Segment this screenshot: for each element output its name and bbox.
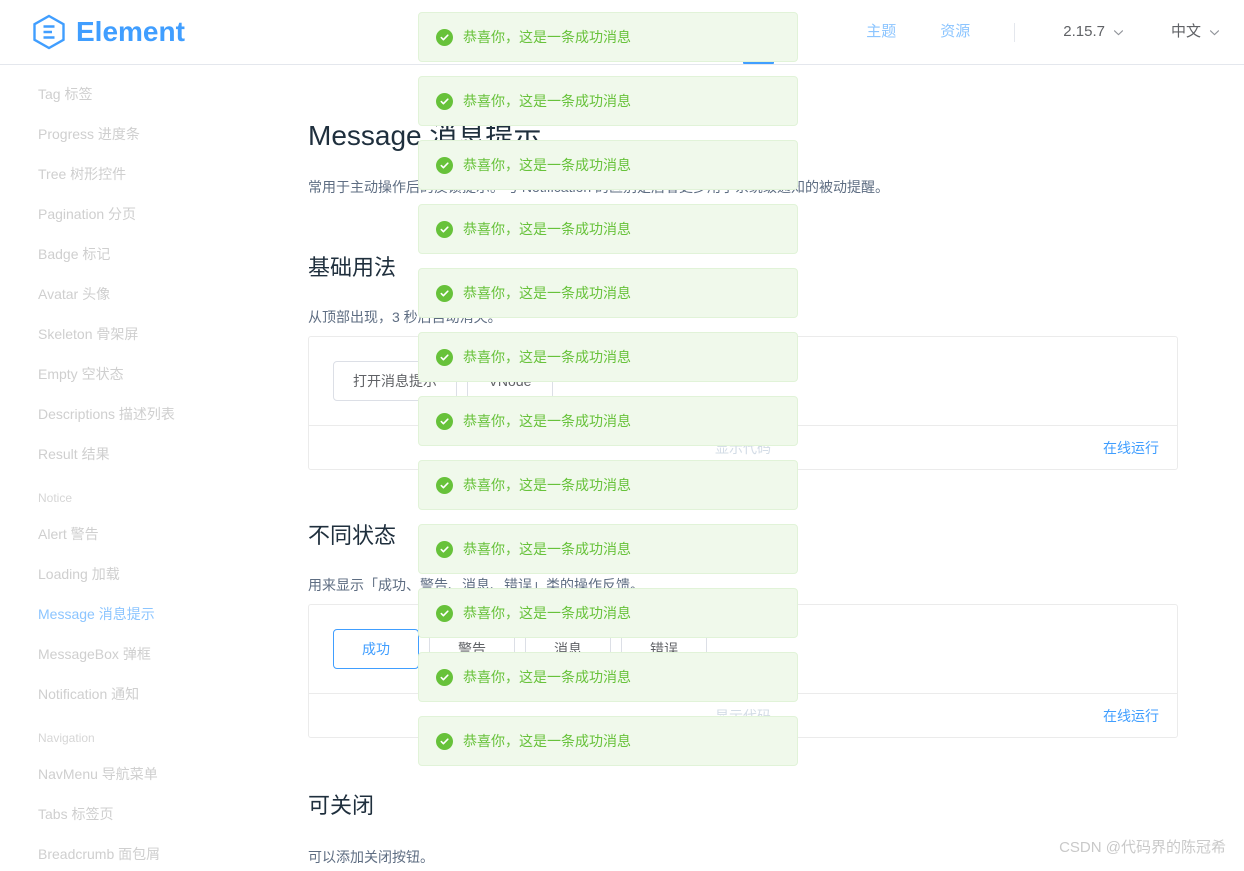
watermark: CSDN @代码界的陈冠希: [1059, 839, 1226, 856]
chevron-down-icon: [1113, 27, 1124, 38]
sidebar-item-badge[interactable]: Badge 标记: [0, 234, 300, 274]
check-circle-icon: [436, 732, 453, 750]
sidebar-item-empty[interactable]: Empty 空状态: [0, 354, 300, 394]
check-circle-icon: [436, 220, 453, 238]
sidebar-item-message[interactable]: Message 消息提示: [0, 594, 300, 634]
message-toast[interactable]: 恭喜你，这是一条成功消息: [418, 268, 798, 318]
message-toast[interactable]: 恭喜你，这是一条成功消息: [418, 76, 798, 126]
run-online-link[interactable]: 在线运行: [1103, 426, 1159, 470]
sidebar-item-descriptions[interactable]: Descriptions 描述列表: [0, 394, 300, 434]
sidebar-item-result[interactable]: Result 结果: [0, 434, 300, 474]
message-toast[interactable]: 恭喜你，这是一条成功消息: [418, 524, 798, 574]
version-label: 2.15.7: [1063, 23, 1105, 40]
sidebar-item-notification[interactable]: Notification 通知: [0, 674, 300, 714]
message-toast-text: 恭喜你，这是一条成功消息: [463, 93, 631, 109]
sidebar-item-tree[interactable]: Tree 树形控件: [0, 154, 300, 194]
check-circle-icon: [436, 604, 453, 622]
message-toast[interactable]: 恭喜你，这是一条成功消息: [418, 652, 798, 702]
header-nav: 主题 资源 2.15.7 中文: [866, 20, 1220, 44]
message-toast[interactable]: 恭喜你，这是一条成功消息: [418, 332, 798, 382]
brand-logo[interactable]: Element: [31, 14, 185, 50]
nav-link-resources[interactable]: 资源: [940, 20, 970, 44]
nav-link-theme[interactable]: 主题: [866, 20, 896, 44]
language-dropdown[interactable]: 中文: [1171, 20, 1220, 44]
run-online-link[interactable]: 在线运行: [1103, 694, 1159, 738]
sidebar-item-messagebox[interactable]: MessageBox 弹框: [0, 634, 300, 674]
check-circle-icon: [436, 28, 453, 46]
sidebar-item-avatar[interactable]: Avatar 头像: [0, 274, 300, 314]
sidebar-group-navigation: Navigation: [38, 731, 95, 745]
element-hexagon-icon: [31, 14, 67, 50]
check-circle-icon: [436, 348, 453, 366]
message-toast-text: 恭喜你，这是一条成功消息: [463, 29, 631, 45]
nav-divider: [1014, 22, 1016, 42]
sidebar: Tag 标签 Progress 进度条 Tree 树形控件 Pagination 分页…: [0, 65, 300, 871]
message-toast-text: 恭喜你，这是一条成功消息: [463, 541, 631, 557]
chevron-down-icon: [1209, 27, 1220, 38]
sidebar-item-tabs[interactable]: Tabs 标签页: [0, 794, 300, 834]
section-desc-closable: 可以添加关闭按钮。: [308, 849, 434, 865]
section-heading-closable: 可关闭: [308, 793, 375, 818]
header-divider: [0, 64, 1244, 65]
sidebar-item-skeleton[interactable]: Skeleton 骨架屏: [0, 314, 300, 354]
section-heading-types: 不同状态: [308, 523, 397, 548]
sidebar-item-tag[interactable]: Tag 标签: [0, 74, 300, 114]
message-toast-text: 恭喜你，这是一条成功消息: [463, 285, 631, 301]
check-circle-icon: [436, 156, 453, 174]
check-circle-icon: [436, 92, 453, 110]
message-toast-text: 恭喜你，这是一条成功消息: [463, 349, 631, 365]
message-toast-text: 恭喜你，这是一条成功消息: [463, 413, 631, 429]
message-toast[interactable]: 恭喜你，这是一条成功消息: [418, 460, 798, 510]
message-toast-text: 恭喜你，这是一条成功消息: [463, 605, 631, 621]
sidebar-item-progress[interactable]: Progress 进度条: [0, 114, 300, 154]
message-toast[interactable]: 恭喜你，这是一条成功消息: [418, 716, 798, 766]
sidebar-item-alert[interactable]: Alert 警告: [0, 514, 300, 554]
check-circle-icon: [436, 540, 453, 558]
version-dropdown[interactable]: 2.15.7: [1063, 20, 1124, 44]
section-heading-basic: 基础用法: [308, 255, 397, 280]
message-toast[interactable]: 恭喜你，这是一条成功消息: [418, 396, 798, 446]
page-root: Tag 标签 Progress 进度条 Tree 树形控件 Pagination 分页…: [0, 0, 1244, 871]
sidebar-item-navmenu[interactable]: NavMenu 导航菜单: [0, 754, 300, 794]
language-label: 中文: [1170, 23, 1201, 40]
check-circle-icon: [436, 412, 453, 430]
message-toast-text: 恭喜你，这是一条成功消息: [463, 221, 631, 237]
message-toast[interactable]: 恭喜你，这是一条成功消息: [418, 140, 798, 190]
sidebar-item-breadcrumb[interactable]: Breadcrumb 面包屑: [0, 834, 300, 871]
message-toast[interactable]: 恭喜你，这是一条成功消息: [418, 204, 798, 254]
sidebar-group-notice: Notice: [38, 491, 73, 505]
check-circle-icon: [436, 476, 453, 494]
success-button[interactable]: 成功: [333, 629, 419, 669]
check-circle-icon: [436, 284, 453, 302]
sidebar-item-loading[interactable]: Loading 加载: [0, 554, 300, 594]
sidebar-list: Tag 标签 Progress 进度条 Tree 树形控件 Pagination 分页…: [0, 74, 300, 871]
message-toast[interactable]: 恭喜你，这是一条成功消息: [418, 12, 798, 62]
message-toast-text: 恭喜你，这是一条成功消息: [463, 733, 631, 749]
message-toast-text: 恭喜你，这是一条成功消息: [463, 669, 631, 685]
message-toast-text: 恭喜你，这是一条成功消息: [463, 157, 631, 173]
message-toast-text: 恭喜你，这是一条成功消息: [463, 477, 631, 493]
sidebar-item-pagination[interactable]: Pagination 分页: [0, 194, 300, 234]
check-circle-icon: [436, 668, 453, 686]
message-toast[interactable]: 恭喜你，这是一条成功消息: [418, 588, 798, 638]
brand-name: Element: [76, 16, 185, 47]
